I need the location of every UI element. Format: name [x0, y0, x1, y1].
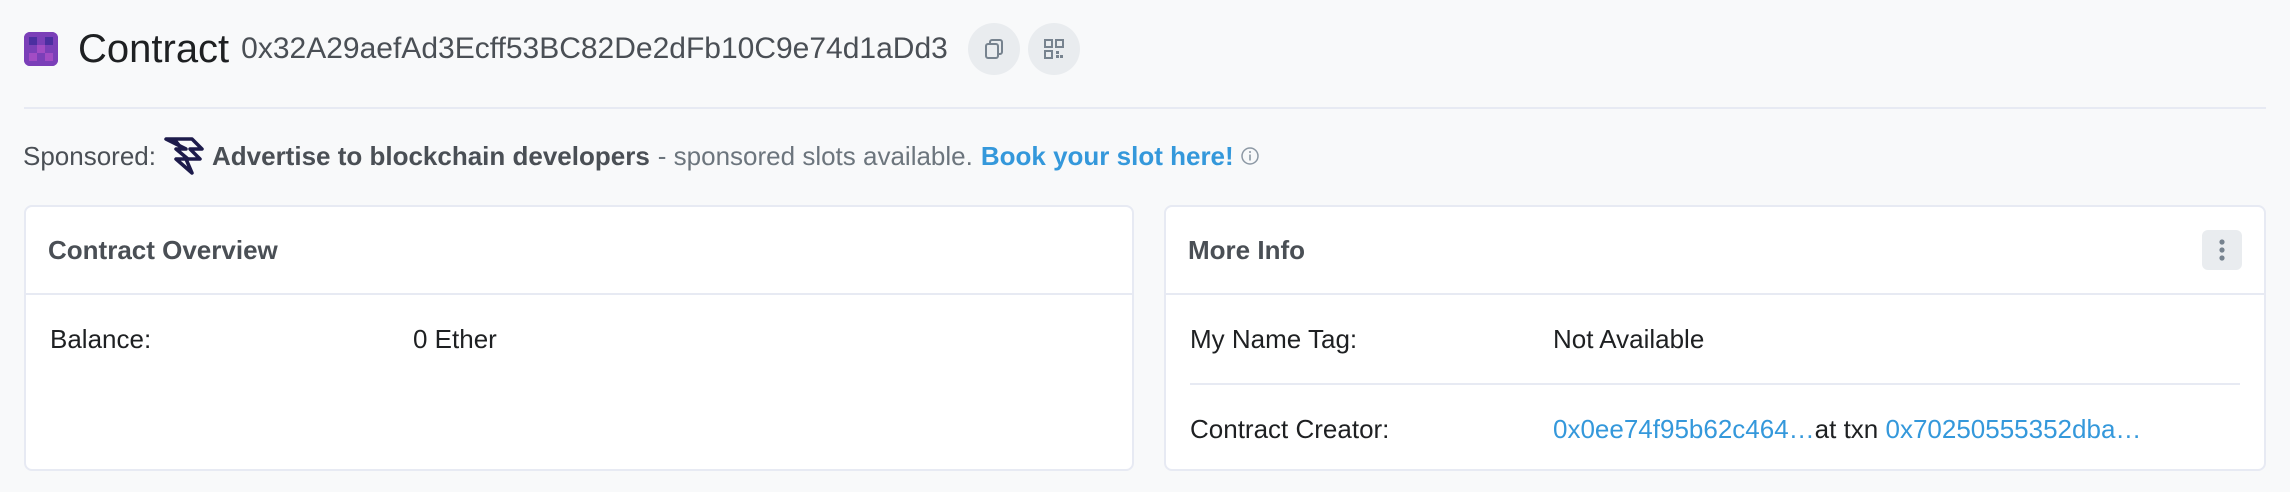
- qr-code-button[interactable]: [1027, 23, 1080, 75]
- sponsor-logo-icon[interactable]: [162, 136, 206, 176]
- balance-row: Balance: 0 Ether: [50, 295, 1108, 383]
- more-info-title: More Info: [1188, 234, 1305, 265]
- balance-label: Balance:: [50, 323, 152, 354]
- kebab-menu-icon: [2219, 239, 2225, 261]
- copy-address-button[interactable]: [967, 23, 1020, 75]
- contract-identicon-icon: [24, 32, 58, 66]
- name-tag-label: My Name Tag:: [1190, 323, 1358, 354]
- sponsored-label: Sponsored:: [23, 140, 156, 171]
- qr-code-icon: [1043, 39, 1064, 59]
- header-divider: [24, 107, 2266, 109]
- creator-address-link[interactable]: 0x0ee74f95b62c464…: [1553, 414, 1815, 444]
- info-icon[interactable]: [1240, 146, 1260, 166]
- name-tag-value: Not Available: [1553, 323, 1705, 354]
- at-txn-text: at txn: [1814, 413, 1879, 444]
- page-header: Contract 0x32A29aefAd3Ecff53BC82De2dFb10…: [24, 20, 1088, 78]
- contract-creator-value: 0x0ee74f95b62c464…at txn 0x70250555352db…: [1553, 414, 2141, 445]
- more-info-header: More Info: [1166, 207, 2264, 295]
- contract-overview-header: Contract Overview: [26, 207, 1132, 295]
- balance-value: 0 Ether: [413, 323, 497, 354]
- book-slot-link[interactable]: Book your slot here!: [981, 141, 1234, 172]
- sponsored-headline[interactable]: Advertise to blockchain developers: [212, 141, 650, 172]
- sponsored-banner: Sponsored: Advertise to blockchain devel…: [23, 136, 1260, 176]
- contract-page: Contract 0x32A29aefAd3Ecff53BC82De2dFb10…: [0, 0, 2290, 492]
- more-info-menu-button[interactable]: [2202, 230, 2242, 270]
- contract-overview-card: Contract Overview Balance: 0 Ether: [24, 205, 1134, 471]
- name-tag-row: My Name Tag: Not Available: [1190, 295, 2240, 385]
- page-title: Contract: [78, 27, 230, 71]
- copy-icon: [984, 39, 1003, 59]
- more-info-card: More Info My Name Tag: Not Available Con…: [1164, 205, 2266, 471]
- creator-txn-link[interactable]: 0x70250555352dba…: [1886, 414, 2142, 444]
- contract-overview-title: Contract Overview: [48, 234, 278, 265]
- contract-address: 0x32A29aefAd3Ecff53BC82De2dFb10C9e74d1aD…: [241, 32, 948, 65]
- sponsored-tail: - sponsored slots available.: [657, 140, 973, 171]
- contract-creator-label: Contract Creator:: [1190, 413, 1390, 444]
- contract-creator-row: Contract Creator: 0x0ee74f95b62c464…at t…: [1190, 385, 2240, 473]
